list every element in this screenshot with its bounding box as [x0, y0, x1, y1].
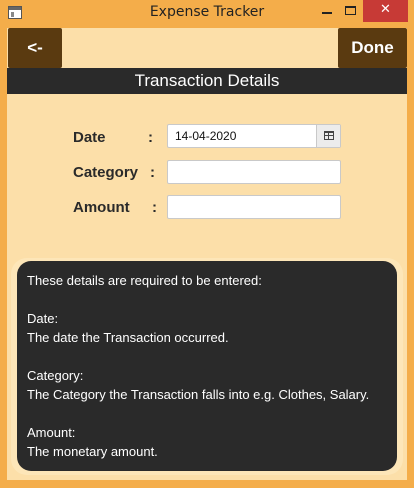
date-value: 14-04-2020 [175, 129, 237, 143]
info-line: The date the Transaction occurred. [27, 330, 229, 345]
info-line: Category: [27, 368, 84, 383]
minimize-button[interactable] [316, 0, 340, 22]
date-picker[interactable]: 14-04-2020 [167, 124, 341, 148]
back-button[interactable]: <- [8, 28, 62, 68]
info-line [27, 404, 387, 423]
amount-label: Amount [73, 199, 130, 216]
minimize-icon [322, 12, 332, 14]
date-colon: : [148, 129, 153, 146]
main-content: <- Done Transaction Details Date : 14-04… [7, 28, 407, 480]
info-panel-frame: These details are required to be entered… [11, 258, 403, 475]
app-window: Expense Tracker ✕ <- Done Transaction De… [0, 0, 414, 488]
info-line: These details are required to be entered… [27, 273, 262, 288]
amount-colon: : [152, 199, 157, 216]
done-button[interactable]: Done [338, 28, 407, 68]
calendar-icon [324, 131, 334, 140]
info-line [27, 290, 387, 309]
calendar-button[interactable] [316, 125, 340, 147]
close-icon: ✕ [380, 2, 391, 17]
category-label: Category [73, 164, 139, 181]
maximize-icon [345, 6, 356, 15]
info-line: Amount: [27, 425, 76, 440]
info-line: The monetary amount. [27, 444, 158, 459]
date-label: Date [73, 129, 106, 146]
info-line [27, 347, 387, 366]
section-title: Transaction Details [7, 68, 407, 94]
category-colon: : [150, 164, 155, 181]
category-input[interactable] [167, 160, 341, 184]
maximize-button[interactable] [340, 0, 362, 22]
title-bar[interactable]: Expense Tracker ✕ [0, 0, 414, 28]
info-panel: These details are required to be entered… [17, 261, 397, 471]
close-button[interactable]: ✕ [363, 0, 408, 22]
amount-input[interactable] [167, 195, 341, 219]
info-line: Date: [27, 311, 59, 326]
info-line: The Category the Transaction falls into … [27, 387, 370, 402]
